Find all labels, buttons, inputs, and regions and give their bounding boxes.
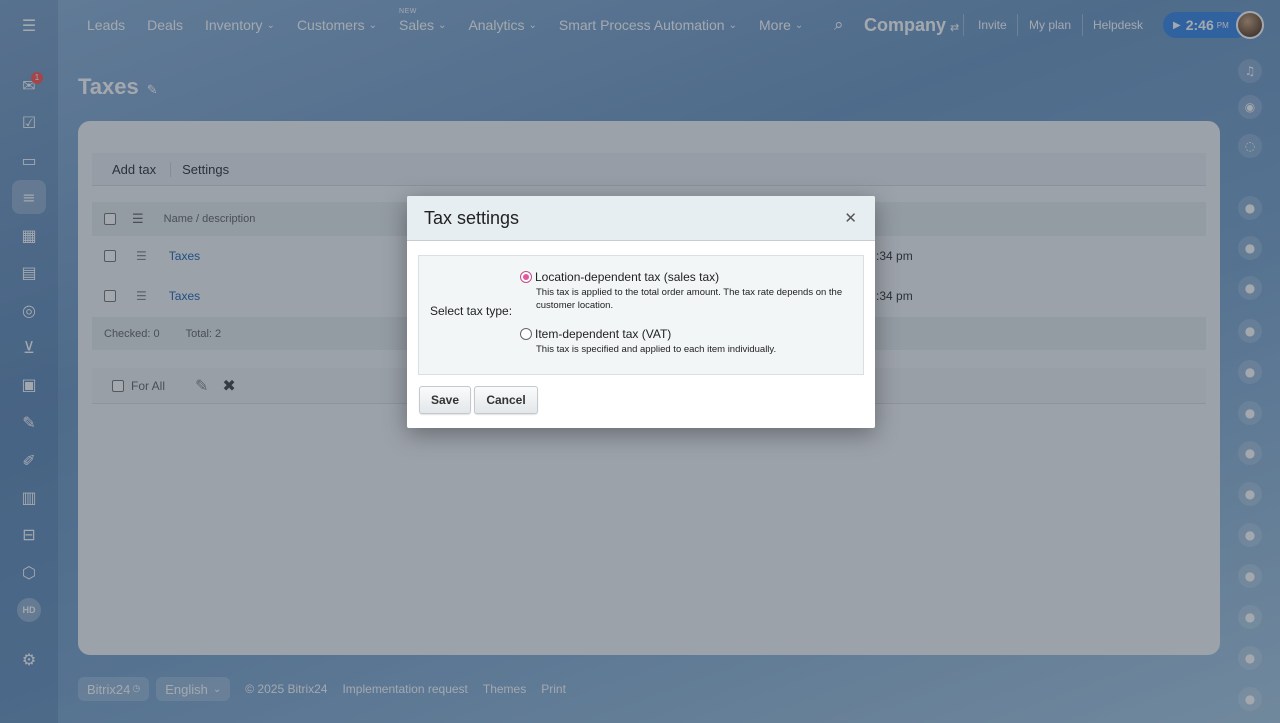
- radio-item-dependent[interactable]: [520, 328, 532, 340]
- select-tax-type-label: Select tax type:: [430, 304, 513, 318]
- option-description: This tax is applied to the total order a…: [536, 287, 843, 311]
- option-title[interactable]: Location-dependent tax (sales tax): [535, 270, 719, 284]
- cancel-button[interactable]: Cancel: [474, 386, 538, 414]
- radio-location-dependent[interactable]: [520, 271, 532, 283]
- dialog-header: Tax settings ✕: [407, 196, 875, 241]
- close-icon[interactable]: ✕: [844, 209, 857, 227]
- option-description: This tax is specified and applied to eac…: [536, 344, 777, 355]
- tax-settings-dialog: Tax settings ✕ Select tax type: Location…: [407, 196, 875, 428]
- option-title[interactable]: Item-dependent tax (VAT): [535, 327, 671, 341]
- dialog-title: Tax settings: [424, 208, 520, 228]
- save-button[interactable]: Save: [419, 386, 471, 414]
- dialog-body: Select tax type: Location-dependent tax …: [418, 255, 864, 375]
